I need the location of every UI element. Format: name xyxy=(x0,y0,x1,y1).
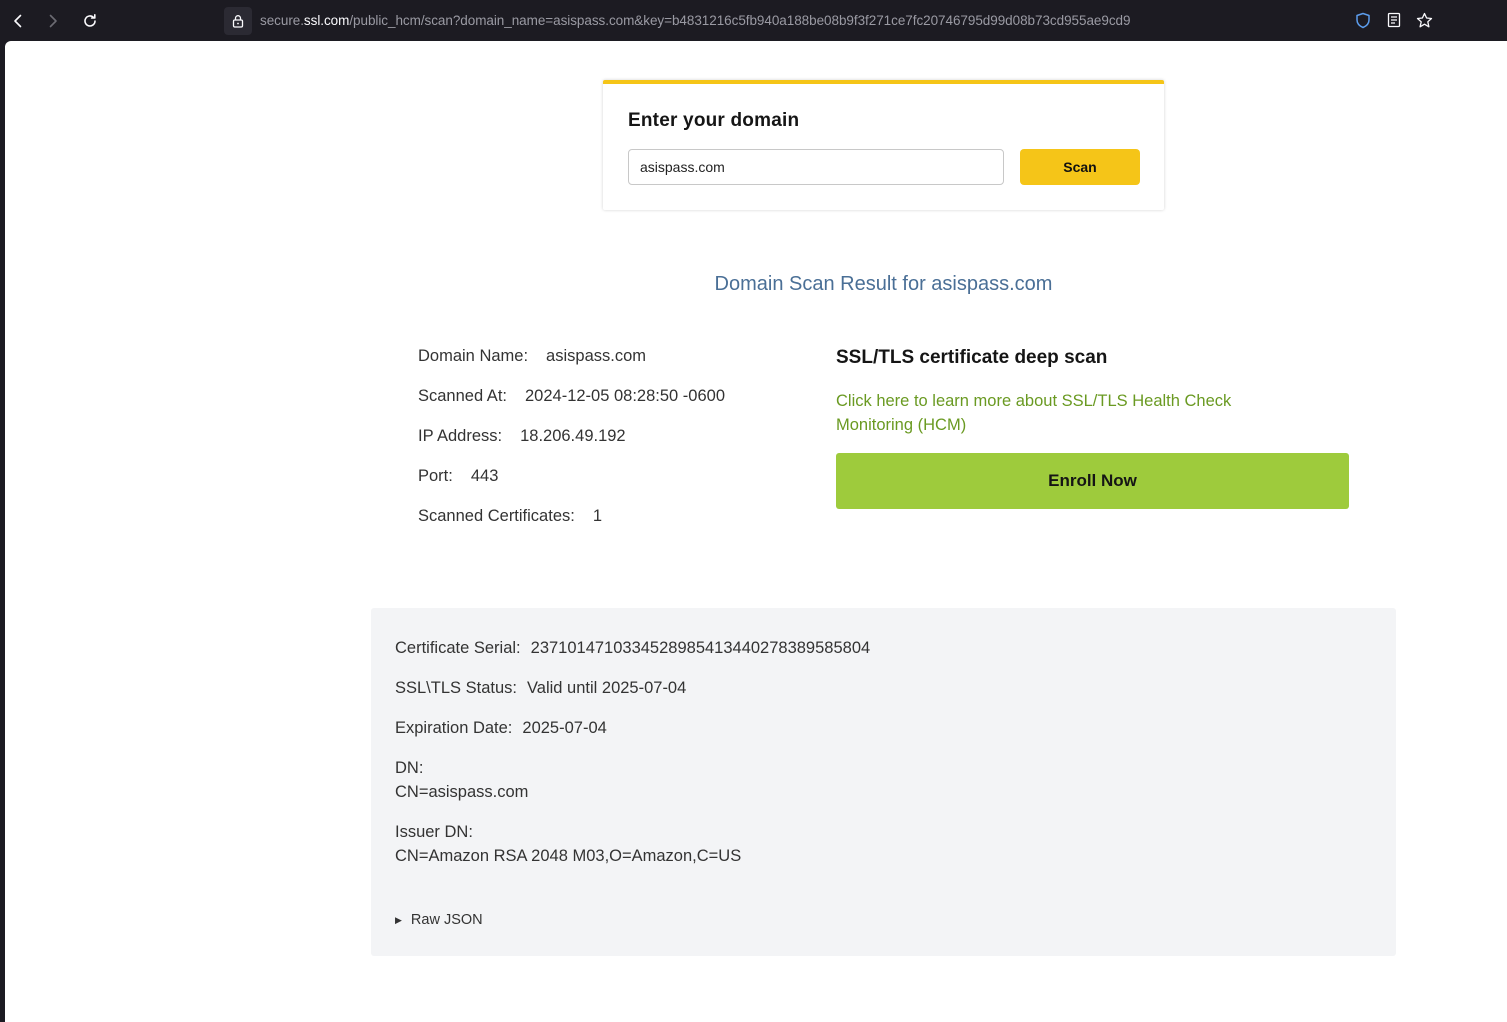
cert-dn-value: CN=asispass.com xyxy=(395,783,529,801)
info-value: 2024-12-05 08:28:50 -0600 xyxy=(525,387,725,405)
hcm-learn-more-link[interactable]: Click here to learn more about SSL/TLS H… xyxy=(836,389,1296,437)
cert-expiration-label: Expiration Date: xyxy=(395,719,513,737)
site-info-button[interactable] xyxy=(224,7,252,35)
info-value: 18.206.49.192 xyxy=(520,427,626,445)
info-label: Port: xyxy=(418,467,453,485)
tracking-protection-button[interactable] xyxy=(1354,11,1372,29)
info-row-cert-count: Scanned Certificates: 1 xyxy=(418,507,725,547)
cert-issuer-label: Issuer DN: xyxy=(395,823,473,841)
info-value: 443 xyxy=(470,467,499,485)
info-row-port: Port: 443 xyxy=(418,467,725,507)
info-row-domain: Domain Name: asispass.com xyxy=(418,347,725,387)
info-label: Domain Name: xyxy=(418,347,529,365)
back-arrow-icon xyxy=(14,14,22,28)
forward-arrow-icon xyxy=(49,14,57,28)
back-button[interactable] xyxy=(5,8,31,34)
cert-issuer-value: CN=Amazon RSA 2048 M03,O=Amazon,C=US xyxy=(395,847,742,865)
info-label: IP Address: xyxy=(418,427,503,445)
shield-icon xyxy=(1356,12,1370,28)
certificate-details-panel: Certificate Serial: 237101471033452898541… xyxy=(371,608,1396,956)
info-value: 1 xyxy=(592,507,603,525)
cert-issuer-row: Issuer DN: CN=Amazon RSA 2048 M03,O=Amazo… xyxy=(395,820,870,868)
url-path: /public_hcm/scan?domain_name=asispass.co… xyxy=(349,13,1131,28)
certificate-details-list: Certificate Serial: 237101471033452898541… xyxy=(395,636,870,884)
cert-dn-row: DN: CN=asispass.com xyxy=(395,756,870,804)
cert-serial-row: Certificate Serial: 237101471033452898541… xyxy=(395,636,870,660)
cert-serial-label: Certificate Serial: xyxy=(395,639,521,657)
url-host: ssl.com xyxy=(303,13,350,28)
cert-serial-value: 237101471033452898541344027838958580​4 xyxy=(530,639,871,657)
info-row-scanned-at: Scanned At: 2024-12-05 08:28:50 -0600 xyxy=(418,387,725,427)
scan-button[interactable]: Scan xyxy=(1020,149,1140,185)
enroll-now-button[interactable]: Enroll Now xyxy=(836,453,1349,509)
cert-status-row: SSL\TLS Status: Valid until 2025-07-04 xyxy=(395,676,870,700)
info-row-ip: IP Address: 18.206.49.192 xyxy=(418,427,725,467)
info-label: Scanned Certificates: xyxy=(418,507,575,525)
raw-json-toggle[interactable]: ▶ Raw JSON xyxy=(395,912,483,928)
domain-scan-card: Enter your domain Scan xyxy=(603,80,1164,210)
reader-view-button[interactable] xyxy=(1385,11,1403,29)
forward-button[interactable] xyxy=(40,8,66,34)
scan-card-title: Enter your domain xyxy=(628,110,800,131)
cert-status-label: SSL\TLS Status: xyxy=(395,679,517,697)
reload-button[interactable] xyxy=(77,8,103,34)
lock-icon xyxy=(232,15,244,28)
url-prefix: secure. xyxy=(260,13,304,28)
cert-expiration-row: Expiration Date: 2025-07-04 xyxy=(395,716,870,740)
reader-view-icon xyxy=(1387,12,1401,28)
cert-dn-label: DN: xyxy=(395,759,424,777)
result-title: Domain Scan Result for asispass.com xyxy=(714,273,1053,295)
cert-status-value: Valid until 2025-07-04 xyxy=(526,679,687,697)
url-text: secure.ssl.com/public_hcm/scan?domain_na… xyxy=(260,13,1131,28)
deep-scan-title: SSL/TLS certificate deep scan xyxy=(836,347,1108,368)
star-icon xyxy=(1416,12,1432,27)
cert-expiration-value: 2025-07-04 xyxy=(522,719,607,737)
browser-toolbar: secure.ssl.com/public_hcm/scan?domain_na… xyxy=(0,0,1507,41)
bookmark-button[interactable] xyxy=(1415,11,1433,29)
page-content: Enter your domain Scan Domain Scan Resul… xyxy=(5,41,1507,1022)
raw-json-label: Raw JSON xyxy=(410,912,483,928)
info-label: Scanned At: xyxy=(418,387,507,405)
reload-icon xyxy=(84,14,96,27)
scan-info-list: Domain Name: asispass.com Scanned At: 2024… xyxy=(418,347,725,547)
address-bar[interactable]: secure.ssl.com/public_hcm/scan?domain_na… xyxy=(224,7,1444,35)
domain-input[interactable] xyxy=(628,149,1004,185)
info-value: asispass.com xyxy=(546,347,646,365)
disclosure-triangle-icon: ▶ xyxy=(395,914,402,925)
